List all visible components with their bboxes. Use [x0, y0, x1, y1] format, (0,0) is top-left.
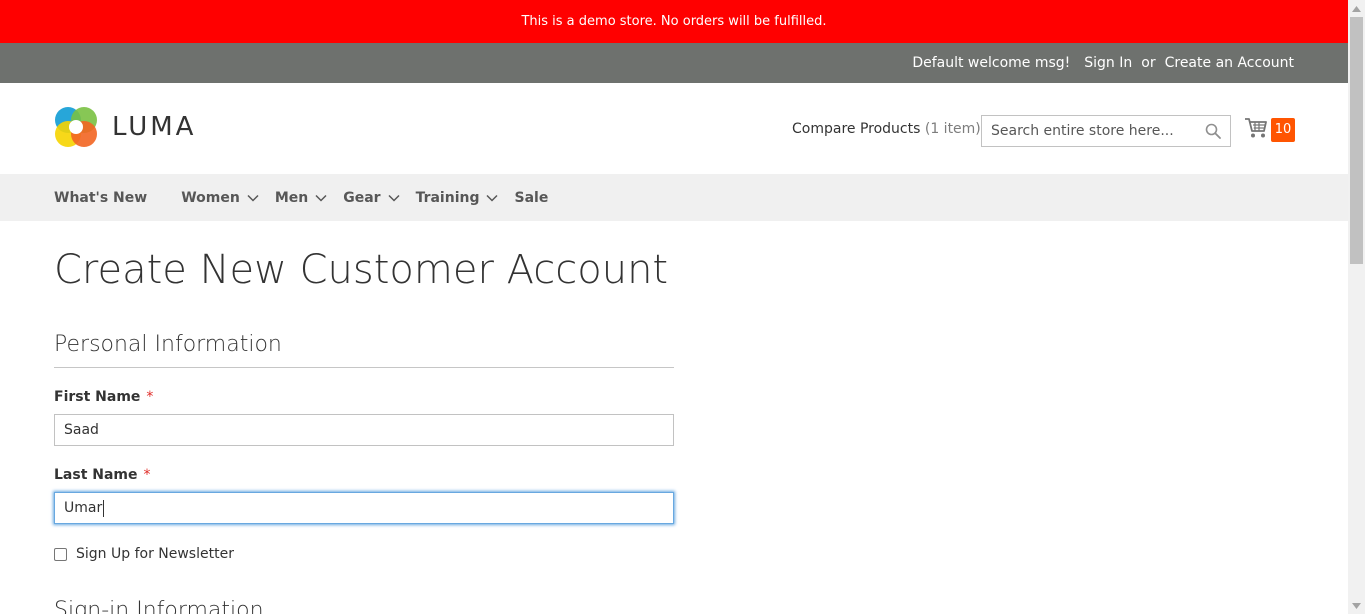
nav-item-label: Sale	[514, 189, 549, 206]
chevron-down-icon	[247, 190, 259, 206]
minicart-button[interactable]: 10	[1244, 117, 1295, 143]
page-title: Create New Customer Account	[54, 247, 669, 293]
main-navigation: What's New Women Men Gear Training Sale	[0, 174, 1348, 221]
newsletter-label: Sign Up for Newsletter	[76, 546, 234, 562]
required-marker: *	[143, 467, 151, 483]
nav-item-training[interactable]: Training	[416, 190, 499, 206]
last-name-field: Last Name * Umar	[54, 467, 674, 524]
main-content: Create New Customer Account Personal Inf…	[0, 246, 1348, 614]
welcome-message: Default welcome msg!	[912, 55, 1071, 71]
nav-item-label: What's New	[54, 189, 148, 206]
last-name-input[interactable]: Umar	[54, 492, 674, 524]
nav-item-women[interactable]: Women	[181, 190, 259, 206]
sign-in-information-legend: Sign-in Information	[54, 598, 264, 614]
nav-item-whats-new[interactable]: What's New	[54, 190, 147, 206]
nav-item-label: Men	[274, 189, 309, 206]
first-name-field: First Name * Saad	[54, 389, 674, 446]
compare-products-label: Compare Products	[792, 121, 921, 137]
sign-in-link[interactable]: Sign In	[1084, 55, 1132, 71]
logo[interactable]: LUMA	[54, 105, 196, 149]
or-separator: or	[1141, 55, 1156, 71]
top-panel: Default welcome msg! Sign In or Create a…	[0, 43, 1348, 83]
demo-notice-text: This is a demo store. No orders will be …	[521, 14, 827, 29]
last-name-value: Umar	[64, 500, 103, 516]
scroll-up-arrow-icon[interactable]	[1348, 0, 1365, 17]
vertical-scrollbar[interactable]	[1348, 0, 1365, 614]
page: This is a demo store. No orders will be …	[0, 0, 1348, 614]
logo-text: LUMA	[112, 112, 197, 142]
chevron-down-icon	[388, 190, 400, 206]
nav-item-label: Women	[181, 189, 240, 206]
nav-item-gear[interactable]: Gear	[343, 189, 400, 206]
create-account-link[interactable]: Create an Account	[1165, 55, 1294, 71]
luma-logo-icon	[54, 105, 98, 149]
scroll-down-arrow-icon[interactable]	[1348, 597, 1365, 614]
first-name-label: First Name *	[54, 389, 674, 405]
scrollbar-thumb[interactable]	[1350, 17, 1363, 264]
personal-information-fieldset: Personal Information First Name * Saad La…	[54, 332, 674, 614]
first-name-label-text: First Name	[54, 389, 141, 405]
cart-counter-badge: 10	[1271, 118, 1295, 142]
browser-viewport: This is a demo store. No orders will be …	[0, 0, 1365, 614]
search-icon[interactable]	[1205, 123, 1221, 143]
newsletter-option[interactable]: Sign Up for Newsletter	[54, 546, 674, 562]
last-name-label: Last Name *	[54, 467, 674, 483]
search-box	[981, 115, 1231, 147]
search-input[interactable]	[982, 116, 1192, 146]
personal-information-legend: Personal Information	[54, 332, 674, 368]
demo-notice-banner: This is a demo store. No orders will be …	[0, 0, 1348, 43]
last-name-label-text: Last Name	[54, 467, 138, 483]
chevron-down-icon	[315, 190, 327, 206]
text-caret	[103, 499, 105, 517]
nav-item-men[interactable]: Men	[275, 190, 327, 206]
site-header: LUMA Compare Products (1 item) Search en…	[0, 83, 1348, 174]
compare-products-count: (1 item)	[924, 121, 981, 137]
nav-item-label: Training	[415, 189, 480, 206]
nav-item-sale[interactable]: Sale	[514, 190, 548, 206]
cart-icon	[1244, 117, 1268, 143]
chevron-down-icon	[486, 190, 499, 206]
required-marker: *	[146, 389, 154, 405]
compare-products-link[interactable]: Compare Products (1 item)	[792, 121, 981, 137]
newsletter-checkbox[interactable]	[54, 547, 67, 561]
first-name-input[interactable]: Saad	[54, 414, 674, 446]
first-name-value: Saad	[64, 422, 99, 438]
nav-item-label: Gear	[343, 189, 381, 206]
